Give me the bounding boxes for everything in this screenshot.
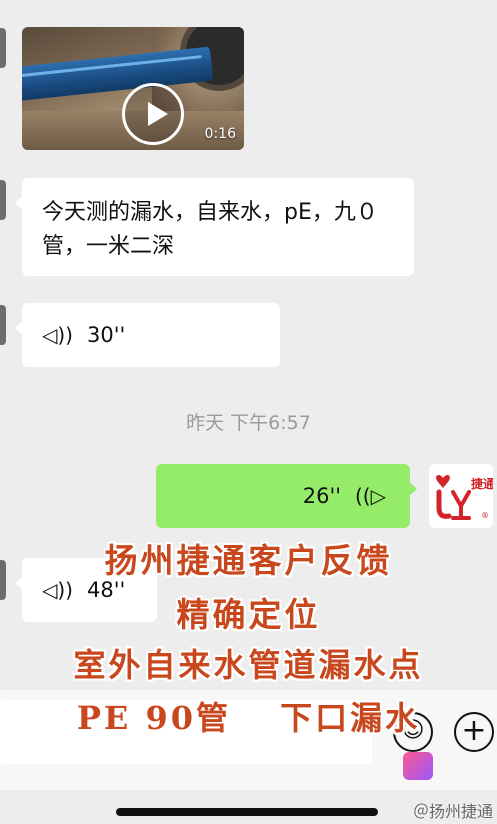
watermark: ＠扬州捷通	[412, 802, 493, 821]
time-separator: 昨天 下午6:57	[186, 412, 311, 434]
text-message[interactable]: 今天测的漏水，自来水，pE，九０管，一米二深	[15, 178, 414, 276]
text-message-content: 今天测的漏水，自来水，pE，九０管，一米二深	[42, 200, 378, 259]
my-avatar[interactable]: 捷通 ®	[429, 464, 493, 528]
overlay-caption-1: 扬州捷通客户反馈	[104, 541, 393, 580]
sender-avatar[interactable]	[0, 28, 6, 68]
overlay-caption-2: 精确定位	[176, 595, 321, 634]
voice-wave-icon: ((▷	[355, 484, 386, 508]
watermark-logo-icon	[403, 752, 433, 780]
video-message[interactable]: 0:16	[22, 27, 244, 150]
overlay-caption-3: 室外自来水管道漏水点	[73, 646, 424, 684]
sender-avatar[interactable]	[0, 180, 6, 220]
voice-wave-icon: ◁))	[42, 323, 73, 347]
overlay-caption-4: PE 90管 下口漏水	[76, 699, 421, 737]
video-duration: 0:16	[204, 126, 236, 142]
play-icon[interactable]	[122, 83, 184, 145]
brand-logo-icon: 捷通 ®	[436, 475, 493, 520]
voice-duration: 26''	[302, 484, 341, 508]
voice-duration: 30''	[87, 323, 126, 347]
home-indicator	[116, 808, 378, 816]
brand-name: 捷通	[471, 476, 493, 491]
sender-avatar[interactable]	[0, 305, 6, 345]
voice-message[interactable]: ◁)) 30''	[15, 303, 280, 367]
my-voice-message[interactable]: 26'' ((▷	[156, 464, 417, 528]
registered-mark: ®	[481, 511, 489, 520]
